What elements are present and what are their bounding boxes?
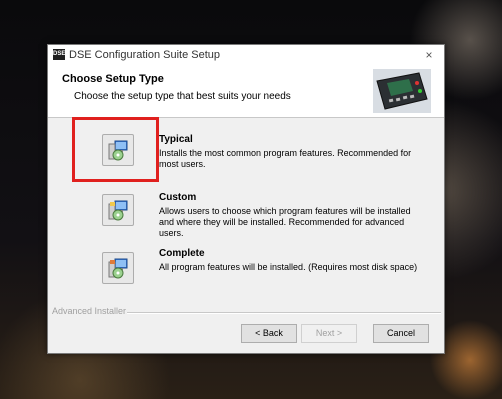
custom-button[interactable] <box>102 194 134 226</box>
back-button[interactable]: < Back <box>241 324 297 343</box>
page-subtitle: Choose the setup type that best suits yo… <box>74 91 291 102</box>
page-title: Choose Setup Type <box>62 73 164 85</box>
highlight-box <box>72 117 159 182</box>
custom-title: Custom <box>159 192 197 203</box>
custom-description: Allows users to choose which program fea… <box>159 206 411 238</box>
cancel-button[interactable]: Cancel <box>373 324 429 343</box>
footer-divider <box>127 312 441 314</box>
setup-custom-icon <box>108 200 128 221</box>
installer-brand: Advanced Installer <box>52 306 127 316</box>
app-icon: DSE <box>53 49 65 60</box>
typical-description: Installs the most common program feature… <box>159 148 412 169</box>
complete-description: All program features will be installed. … <box>159 262 418 272</box>
complete-button[interactable] <box>102 252 134 284</box>
dialog-header: Choose Setup Type Choose the setup type … <box>48 65 444 118</box>
complete-title: Complete <box>159 248 205 259</box>
typical-title: Typical <box>159 134 193 145</box>
title-bar[interactable]: DSE DSE Configuration Suite Setup × <box>48 45 444 65</box>
setup-dialog: DSE DSE Configuration Suite Setup × Choo… <box>47 44 445 354</box>
controller-device-icon <box>373 69 431 113</box>
next-button[interactable]: Next > <box>301 324 357 343</box>
close-button[interactable]: × <box>420 47 438 63</box>
setup-complete-icon <box>108 258 128 279</box>
window-title: DSE Configuration Suite Setup <box>69 49 221 61</box>
